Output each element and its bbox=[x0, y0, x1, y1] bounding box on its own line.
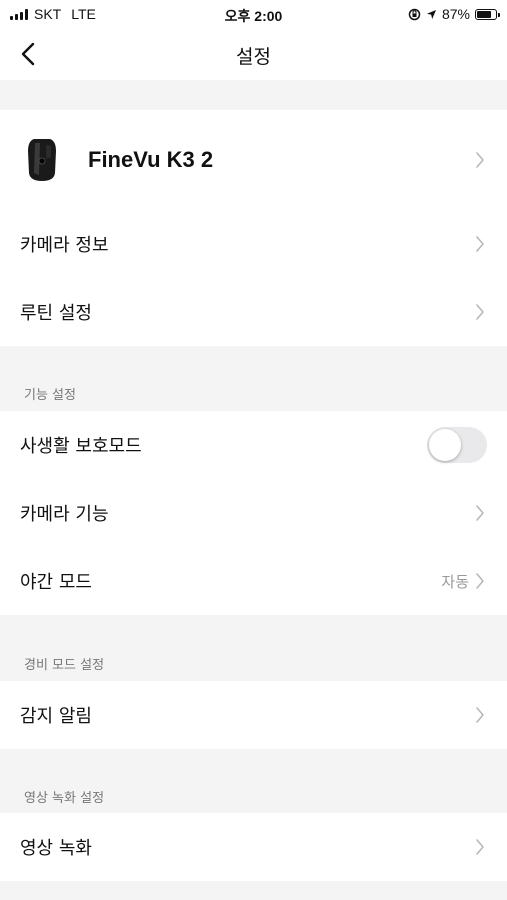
camera-function-row[interactable]: 카메라 기능 bbox=[0, 479, 507, 547]
privacy-mode-label: 사생활 보호모드 bbox=[20, 436, 142, 457]
routine-settings-row[interactable]: 루틴 설정 bbox=[0, 278, 507, 346]
features-card: 사생활 보호모드 카메라 기능 야간 모드 자동 bbox=[0, 411, 507, 615]
privacy-mode-toggle[interactable] bbox=[427, 427, 487, 463]
nav-bar: 설정 bbox=[0, 30, 507, 80]
device-card: FineVu K3 2 카메라 정보 루틴 설정 bbox=[0, 110, 507, 346]
section-header-features: 기능 설정 bbox=[24, 388, 76, 403]
battery-percent: 87% bbox=[441, 6, 470, 22]
chevron-right-icon bbox=[475, 706, 487, 724]
chevron-left-icon bbox=[21, 42, 35, 66]
privacy-mode-row: 사생활 보호모드 bbox=[0, 411, 507, 479]
battery-fill bbox=[477, 10, 491, 18]
guard-mode-card: 감지 알림 bbox=[0, 681, 507, 749]
detection-alert-row[interactable]: 감지 알림 bbox=[0, 681, 507, 749]
camera-info-label: 카메라 정보 bbox=[20, 235, 109, 256]
chevron-right-icon bbox=[475, 151, 487, 169]
location-arrow-icon bbox=[426, 9, 436, 19]
chevron-right-icon bbox=[475, 572, 487, 590]
night-mode-label: 야간 모드 bbox=[20, 572, 92, 593]
night-mode-row[interactable]: 야간 모드 자동 bbox=[0, 547, 507, 615]
back-button[interactable] bbox=[8, 34, 48, 74]
detection-alert-label: 감지 알림 bbox=[20, 706, 92, 727]
section-header-guard-mode: 경비 모드 설정 bbox=[24, 658, 105, 673]
device-row[interactable]: FineVu K3 2 bbox=[0, 110, 507, 210]
camera-function-label: 카메라 기능 bbox=[20, 504, 109, 525]
chevron-right-icon bbox=[475, 303, 487, 321]
chevron-right-icon bbox=[475, 235, 487, 253]
camera-info-row[interactable]: 카메라 정보 bbox=[0, 210, 507, 278]
chevron-right-icon bbox=[475, 838, 487, 856]
recording-card: 영상 녹화 bbox=[0, 813, 507, 881]
status-right: 87% bbox=[408, 6, 500, 22]
routine-settings-label: 루틴 설정 bbox=[20, 303, 92, 324]
status-bar: SKT LTE 오후 2:00 87% bbox=[0, 0, 507, 30]
night-mode-value: 자동 bbox=[441, 572, 469, 591]
dashcam-device-icon bbox=[28, 139, 56, 181]
battery-icon bbox=[475, 8, 500, 20]
device-name: FineVu K3 2 bbox=[88, 147, 214, 172]
toggle-knob bbox=[429, 429, 461, 461]
chevron-right-icon bbox=[475, 504, 487, 522]
page-title: 설정 bbox=[236, 46, 271, 68]
video-recording-row[interactable]: 영상 녹화 bbox=[0, 813, 507, 881]
video-recording-label: 영상 녹화 bbox=[20, 838, 92, 859]
section-header-recording: 영상 녹화 설정 bbox=[24, 791, 105, 806]
orientation-lock-icon bbox=[408, 8, 421, 20]
